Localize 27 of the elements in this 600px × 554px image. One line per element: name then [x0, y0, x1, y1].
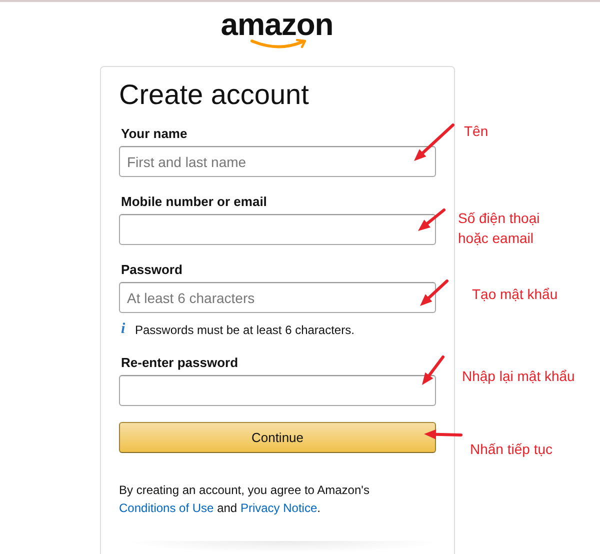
input-field[interactable]: At least 6 characters	[119, 282, 436, 313]
arrow	[418, 208, 446, 231]
link[interactable]: Conditions of Use	[119, 501, 214, 515]
annotation-text: Tên	[464, 122, 490, 141]
hint-text: Passwords must be at least 6 characters.	[135, 322, 354, 336]
logo-text: amazon	[220, 10, 334, 40]
arrow	[424, 429, 462, 440]
field-label: Mobile number or email	[121, 194, 267, 209]
annotation-text: Nhập lại mật khẩu	[462, 367, 576, 386]
arrow	[420, 280, 448, 306]
annotation-text: Số điện thoại hoặc eamail	[458, 209, 541, 248]
info-icon: i	[121, 321, 129, 338]
input-field[interactable]	[119, 375, 436, 406]
legal-text: By creating an account, you agree to Amazon's Conditions of Use and Privacy Notice.	[119, 482, 370, 517]
annotation-text: Tạo mật khẩu	[472, 285, 559, 304]
page-title: Create account	[119, 78, 310, 112]
arrow	[414, 124, 454, 161]
field-label: Re-enter password	[121, 355, 238, 370]
continue-button[interactable]: Continue	[119, 422, 436, 453]
smile-arrow-icon	[250, 39, 308, 49]
field-label: Password	[121, 262, 182, 277]
annotation-text: Nhấn tiếp tục	[470, 440, 554, 459]
input-field[interactable]: First and last name	[119, 146, 436, 177]
input-field[interactable]	[119, 214, 436, 245]
link[interactable]: Privacy Notice	[240, 501, 318, 515]
field-label: Your name	[121, 126, 188, 141]
arrow	[422, 356, 444, 385]
